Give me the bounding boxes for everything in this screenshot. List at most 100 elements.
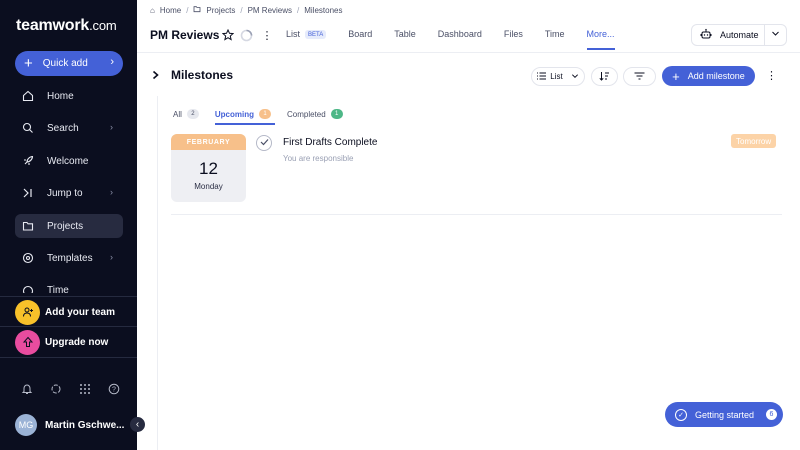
rocket-icon	[22, 155, 34, 167]
chevron-left-icon: ‹	[135, 419, 140, 430]
breadcrumb-current: Milestones	[304, 5, 343, 15]
project-tabs: List BETA Board Table Dashboard Files Tim…	[286, 29, 637, 50]
breadcrumb-separator: /	[297, 5, 300, 15]
count-badge: 1	[259, 109, 271, 119]
complete-milestone-checkbox[interactable]	[256, 135, 272, 151]
chevron-right-icon: ›	[110, 122, 113, 132]
chevron-down-icon[interactable]	[771, 29, 780, 40]
button-divider	[764, 25, 765, 45]
home-icon: ⌂	[150, 5, 155, 15]
breadcrumb: ⌂ Home / Projects / PM Reviews / Milesto…	[150, 5, 343, 15]
sort-button[interactable]	[591, 67, 618, 86]
automate-button[interactable]: Automate	[691, 24, 787, 46]
jump-to-icon	[22, 187, 34, 199]
collapse-toggle-icon[interactable]	[151, 70, 160, 83]
tab-dashboard[interactable]: Dashboard	[438, 29, 482, 49]
view-select[interactable]: List	[531, 67, 585, 86]
date-weekday: Monday	[194, 182, 223, 191]
chevron-right-icon: ›	[110, 56, 114, 68]
count-badge: 1	[330, 109, 343, 119]
user-profile[interactable]: MG Martin Gschwe...	[15, 414, 124, 436]
teamwork-logo[interactable]: teamwork.com	[16, 17, 117, 35]
milestone-date-card: FEBRUARY 12 Monday	[171, 134, 246, 202]
add-your-team-label: Add your team	[45, 306, 116, 318]
sidebar-item-home[interactable]: Home	[15, 84, 123, 108]
svg-text:?: ?	[112, 386, 116, 393]
sidebar: teamwork.com + Quick add › Home Search ›…	[0, 0, 137, 450]
add-milestone-label: Add milestone	[687, 71, 745, 81]
breadcrumb-home[interactable]: Home	[160, 6, 181, 15]
bell-icon[interactable]	[20, 382, 33, 395]
tab-more[interactable]: More...	[586, 29, 615, 50]
list-icon	[537, 72, 547, 82]
tab-board[interactable]: Board	[348, 29, 372, 49]
quick-add-button[interactable]: + Quick add ›	[15, 51, 123, 76]
tab-time[interactable]: Time	[545, 29, 565, 49]
automate-label: Automate	[720, 30, 759, 40]
more-options-icon[interactable]: ⋮	[260, 28, 274, 42]
sidebar-item-search[interactable]: Search ›	[15, 116, 123, 140]
chevron-right-icon: ›	[110, 252, 113, 262]
filter-icon	[634, 71, 645, 82]
sidebar-item-label: Templates	[47, 252, 93, 264]
star-icon[interactable]	[221, 28, 235, 42]
plus-icon: +	[672, 68, 680, 84]
section-title: Milestones	[171, 68, 234, 82]
getting-started-label: Getting started	[695, 409, 755, 420]
search-icon	[22, 122, 34, 134]
help-icon[interactable]: ?	[107, 382, 120, 395]
tab-all[interactable]: All 2	[173, 104, 199, 124]
chevron-down-icon	[571, 72, 579, 82]
sidebar-item-projects[interactable]: Projects	[15, 214, 123, 238]
count-badge: 6	[766, 409, 777, 420]
add-milestone-button[interactable]: + Add milestone	[662, 66, 755, 86]
breadcrumb-projects[interactable]: Projects	[206, 6, 235, 15]
add-your-team-button[interactable]: Add your team	[15, 299, 130, 325]
count-badge: 2	[186, 109, 199, 119]
breadcrumb-separator: /	[240, 5, 243, 15]
robot-icon	[700, 28, 712, 43]
clock-icon	[22, 285, 34, 293]
view-select-label: List	[550, 72, 563, 81]
add-user-icon	[15, 299, 40, 325]
tab-completed[interactable]: Completed 1	[287, 104, 343, 124]
progress-ring-icon[interactable]	[239, 28, 253, 42]
templates-icon	[22, 252, 34, 264]
apps-grid-icon[interactable]	[78, 382, 91, 395]
sidebar-item-templates[interactable]: Templates ›	[15, 246, 123, 270]
sidebar-item-label: Projects	[47, 220, 84, 232]
quick-add-label: Quick add	[42, 58, 88, 69]
sidebar-item-label: Welcome	[47, 155, 89, 167]
row-divider	[171, 214, 782, 215]
sidebar-item-time[interactable]: Time	[15, 279, 123, 293]
filter-button[interactable]	[623, 67, 656, 86]
header-divider	[137, 52, 800, 53]
chevron-right-icon: ›	[110, 187, 113, 197]
upgrade-now-button[interactable]: Upgrade now	[15, 329, 130, 355]
content-left-border	[157, 96, 158, 450]
chat-icon[interactable]	[49, 382, 62, 395]
breadcrumb-project[interactable]: PM Reviews	[248, 6, 292, 15]
sidebar-item-label: Home	[47, 90, 74, 102]
tab-table[interactable]: Table	[394, 29, 416, 49]
sidebar-item-label: Search	[47, 122, 79, 134]
avatar: MG	[15, 414, 37, 436]
user-name: Martin Gschwe...	[45, 419, 125, 431]
tab-upcoming[interactable]: Upcoming 1	[214, 104, 276, 125]
beta-badge: BETA	[305, 30, 327, 39]
milestone-filter-tabs: All 2 Upcoming 1 Completed 1	[173, 104, 359, 125]
tab-list[interactable]: List BETA	[286, 29, 327, 49]
getting-started-button[interactable]: ✓ Getting started 6	[665, 402, 783, 427]
sidebar-item-label: Jump to	[47, 187, 83, 199]
plus-icon: +	[24, 55, 33, 72]
milestone-name[interactable]: First Drafts Complete	[283, 137, 377, 148]
more-options-icon[interactable]: ⋮	[766, 69, 777, 82]
sidebar-divider	[0, 326, 137, 327]
check-circle-icon: ✓	[675, 408, 687, 421]
tab-files[interactable]: Files	[504, 29, 523, 49]
page-title: PM Reviews	[150, 28, 220, 42]
collapse-sidebar-button[interactable]: ‹	[130, 417, 145, 432]
sidebar-utility-icons: ?	[20, 382, 120, 395]
sidebar-item-jump-to[interactable]: Jump to ›	[15, 181, 123, 205]
sidebar-item-welcome[interactable]: Welcome	[15, 149, 123, 173]
